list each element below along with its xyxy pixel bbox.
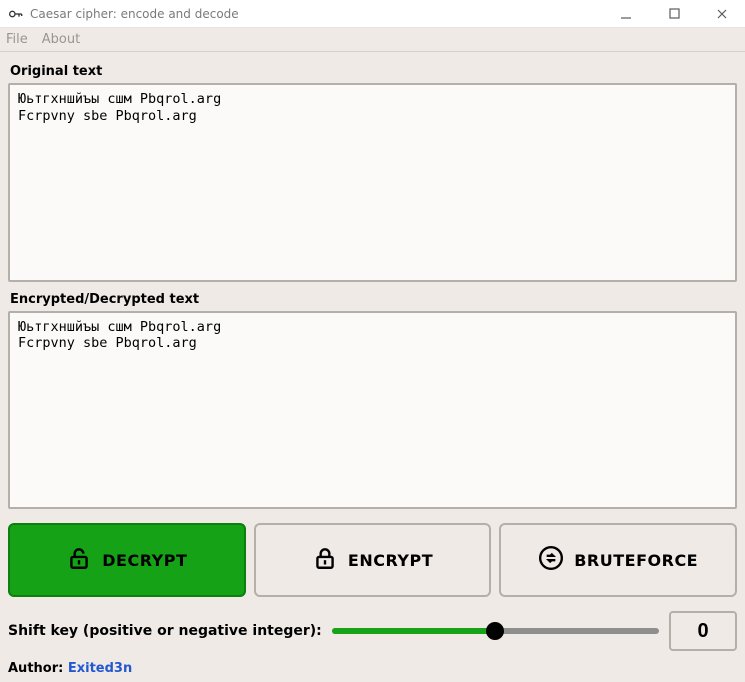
author-prefix: Author: bbox=[8, 661, 68, 676]
author-row: Author: Exited3n bbox=[8, 661, 737, 676]
decrypt-label: DECRYPT bbox=[102, 551, 187, 570]
slider-fill bbox=[332, 628, 496, 634]
key-icon bbox=[6, 5, 24, 23]
author-link[interactable]: Exited3n bbox=[68, 661, 132, 676]
window-controls bbox=[611, 4, 737, 24]
menubar: File About bbox=[0, 28, 745, 52]
result-text-input[interactable] bbox=[8, 311, 737, 510]
original-label: Original text bbox=[10, 64, 737, 79]
original-text-input[interactable] bbox=[8, 83, 737, 282]
client-area: Original text Encrypted/Decrypted text D… bbox=[0, 52, 745, 682]
bruteforce-label: BRUTEFORCE bbox=[574, 551, 698, 570]
unlock-icon bbox=[66, 545, 92, 575]
titlebar: Caesar cipher: encode and decode bbox=[0, 0, 745, 28]
shift-row: Shift key (positive or negative integer)… bbox=[8, 611, 737, 651]
menu-file[interactable]: File bbox=[6, 32, 28, 47]
shift-value-input[interactable] bbox=[669, 611, 737, 651]
maximize-button[interactable] bbox=[659, 4, 689, 24]
encrypt-label: ENCRYPT bbox=[348, 551, 433, 570]
shift-label: Shift key (positive or negative integer)… bbox=[8, 623, 322, 639]
minimize-button[interactable] bbox=[611, 4, 641, 24]
encrypt-button[interactable]: ENCRYPT bbox=[254, 523, 492, 597]
swap-icon bbox=[538, 545, 564, 575]
close-button[interactable] bbox=[707, 4, 737, 24]
lock-icon bbox=[312, 545, 338, 575]
bruteforce-button[interactable]: BRUTEFORCE bbox=[499, 523, 737, 597]
decrypt-button[interactable]: DECRYPT bbox=[8, 523, 246, 597]
slider-thumb[interactable] bbox=[486, 622, 504, 640]
action-buttons: DECRYPT ENCRYPT BRUTEFORCE bbox=[8, 523, 737, 597]
shift-slider[interactable] bbox=[332, 621, 659, 641]
window-title: Caesar cipher: encode and decode bbox=[30, 7, 611, 21]
menu-about[interactable]: About bbox=[42, 32, 80, 47]
result-label: Encrypted/Decrypted text bbox=[10, 292, 737, 307]
